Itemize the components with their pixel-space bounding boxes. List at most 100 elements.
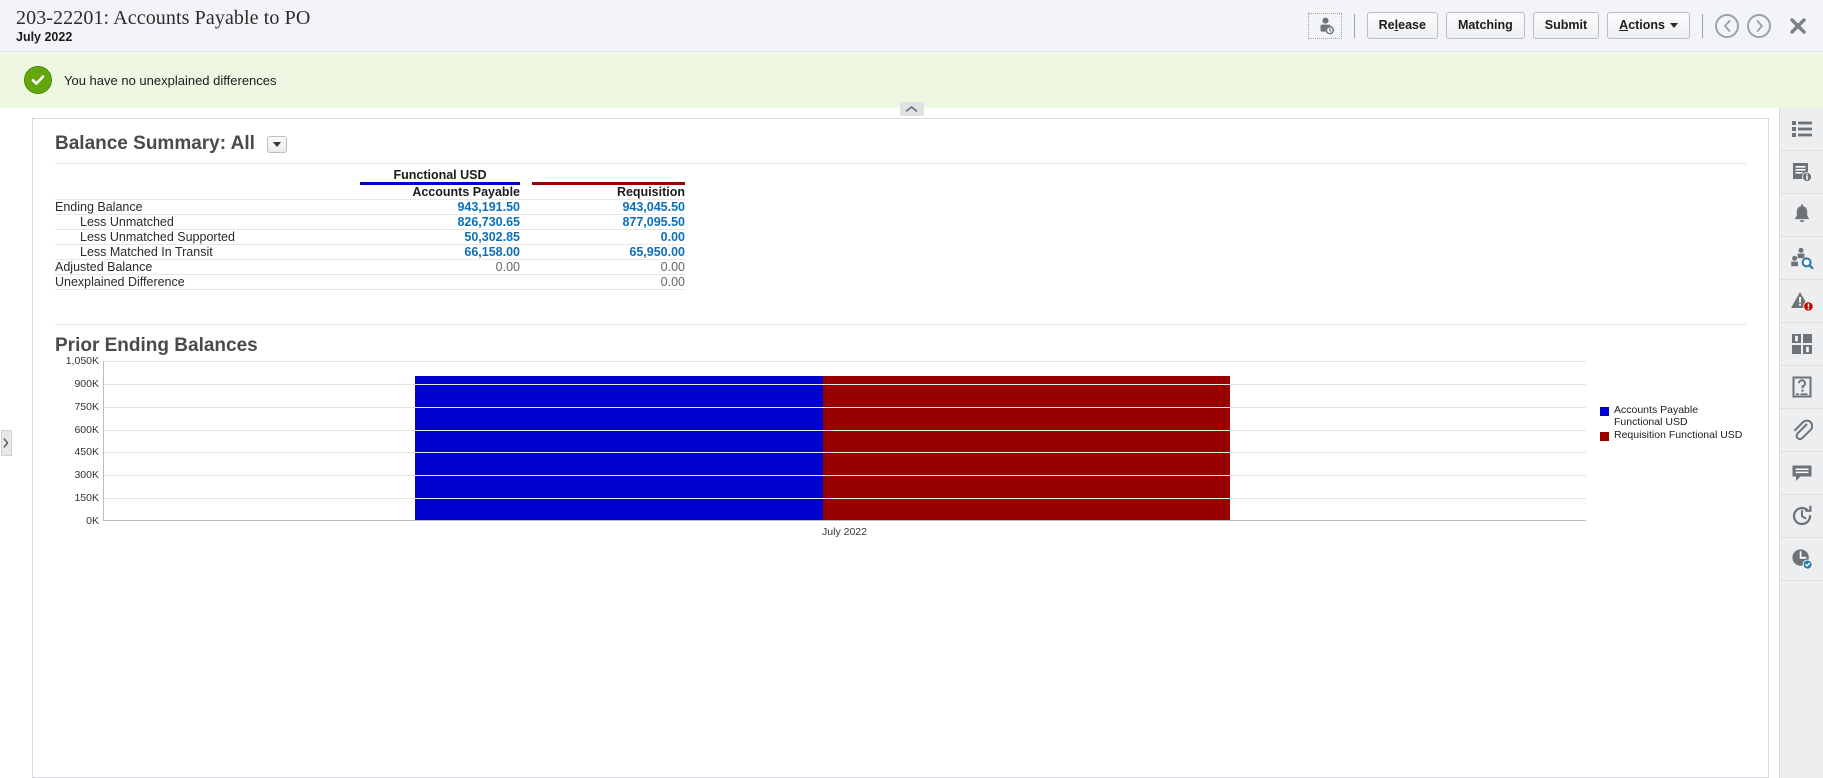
column-header-requisition: Requisition xyxy=(616,185,685,199)
chart-gridline xyxy=(104,383,1586,385)
matching-button[interactable]: Matching xyxy=(1445,11,1525,40)
legend-label: Requisition Functional USD xyxy=(1614,428,1743,441)
cell-requisition-1-link[interactable]: 877,095.50 xyxy=(622,215,685,229)
status-banner: You have no unexplained differences xyxy=(0,52,1823,116)
table-row: Less Unmatched Supported 50,302.85 0.00 xyxy=(55,229,685,245)
cell-accounts-payable-3-link[interactable]: 66,158.00 xyxy=(464,245,520,259)
row-label: Less Unmatched xyxy=(55,214,360,230)
table-row: Ending Balance 943,191.50 943,045.50 xyxy=(55,199,685,215)
status-banner-message: You have no unexplained differences xyxy=(64,72,277,88)
release-button[interactable]: Release xyxy=(1366,11,1438,40)
chart-gridline xyxy=(104,361,1586,362)
release-label-post: ease xyxy=(1398,17,1426,32)
cell-requisition-0-link[interactable]: 943,045.50 xyxy=(622,200,685,214)
balance-summary-header: Balance Summary: All xyxy=(55,133,1746,164)
chart-y-tick: 300K xyxy=(74,469,99,482)
alert-warning-icon[interactable] xyxy=(1780,280,1823,323)
page-period: July 2022 xyxy=(16,30,73,45)
cell-accounts-payable-2-link[interactable]: 50,302.85 xyxy=(464,230,520,244)
chart-gridline xyxy=(104,406,1586,408)
chart-y-tick: 0K xyxy=(86,515,99,527)
chart-y-tick: 600K xyxy=(74,423,99,436)
page-title: 203-22201: Accounts Payable to PO xyxy=(16,6,311,29)
release-label-pre: Re xyxy=(1378,17,1395,32)
history-refresh-icon[interactable] xyxy=(1780,495,1823,538)
table-row: Unexplained Difference 0.00 xyxy=(55,274,685,290)
bell-icon[interactable] xyxy=(1780,194,1823,237)
chevron-left-icon[interactable] xyxy=(1715,13,1739,38)
list-icon[interactable] xyxy=(1780,108,1823,151)
column-header-accounts-payable: Accounts Payable xyxy=(412,185,520,199)
table-row: Less Matched In Transit 66,158.00 65,950.0… xyxy=(55,244,685,260)
document-info-icon[interactable] xyxy=(1780,151,1823,194)
left-panel-handle xyxy=(0,108,12,778)
cell-accounts-payable-4: 0.00 xyxy=(360,259,520,275)
cell-accounts-payable-0-link[interactable]: 943,191.50 xyxy=(457,200,520,214)
balance-summary-dropdown-button[interactable] xyxy=(266,135,287,153)
chart-y-axis: 1,050K 900K 750K 600K 450K 300K 150K 0K xyxy=(55,355,103,527)
balance-summary-title: Balance Summary: All xyxy=(55,133,255,154)
chart-y-tick: 900K xyxy=(74,377,99,390)
chart-bars xyxy=(104,361,1586,520)
body-wrap: Balance Summary: All Functional USD Accou… xyxy=(0,108,1823,778)
users-search-icon[interactable] xyxy=(1780,237,1823,280)
cell-accounts-payable-5 xyxy=(360,274,520,290)
legend-item[interactable]: Accounts Payable Functional USD xyxy=(1600,404,1746,429)
cell-requisition-2-link[interactable]: 0.00 xyxy=(661,230,685,244)
row-label: Less Unmatched Supported xyxy=(55,229,360,245)
cell-requisition-3-link[interactable]: 65,950.00 xyxy=(629,245,685,259)
legend-item[interactable]: Requisition Functional USD xyxy=(1600,428,1746,442)
chart-plot xyxy=(103,361,1586,521)
success-check-icon xyxy=(24,66,52,94)
cell-requisition-5: 0.00 xyxy=(520,274,685,290)
chart-gridline xyxy=(104,475,1586,477)
table-bottom-rule xyxy=(55,289,685,290)
app-header: 203-22201: Accounts Payable to PO July 2… xyxy=(0,0,1823,52)
chart-y-tick: 750K xyxy=(74,400,99,413)
right-rail xyxy=(1779,108,1823,778)
cell-requisition-1: 877,095.50 xyxy=(520,214,685,230)
chart-legend: Accounts Payable Functional USD Requisiti… xyxy=(1586,361,1746,521)
chart-gridline xyxy=(104,429,1586,431)
attachment-paperclip-icon[interactable] xyxy=(1780,409,1823,452)
cell-accounts-payable-1-link[interactable]: 826,730.65 xyxy=(457,215,520,229)
table-row: Adjusted Balance 0.00 0.00 xyxy=(55,259,685,275)
cell-requisition-4: 0.00 xyxy=(520,259,685,275)
chart-gridline xyxy=(104,498,1586,500)
group-header-functional-usd: Functional USD xyxy=(393,168,487,182)
expand-right-icon[interactable] xyxy=(0,430,12,456)
chart-title: Prior Ending Balances xyxy=(55,324,1746,359)
cell-accounts-payable-1: 826,730.65 xyxy=(360,214,520,230)
legend-swatch xyxy=(1600,431,1609,441)
column-header-row: Accounts Payable Requisition xyxy=(55,185,685,200)
clock-info-icon[interactable] xyxy=(1780,538,1823,581)
chevron-right-icon[interactable] xyxy=(1747,13,1771,38)
grid-panels-icon[interactable] xyxy=(1780,323,1823,366)
nav-separator xyxy=(1702,13,1703,38)
balance-summary-table: Functional USD Accounts Payable Requisitio… xyxy=(55,168,685,290)
legend-label: Accounts Payable Functional USD xyxy=(1614,404,1699,428)
chevron-down-icon xyxy=(272,141,281,147)
comment-icon[interactable] xyxy=(1780,452,1823,495)
row-label: Adjusted Balance xyxy=(55,259,360,275)
cell-requisition-0: 943,045.50 xyxy=(520,199,685,215)
submit-button[interactable]: Submit xyxy=(1532,11,1600,40)
user-assign-icon[interactable] xyxy=(1307,12,1342,39)
header-actions: Release Matching Submit Actions xyxy=(1307,11,1811,40)
chevron-down-icon xyxy=(1670,23,1678,29)
help-question-icon[interactable] xyxy=(1780,366,1823,409)
group-header-spacer-2 xyxy=(520,168,685,182)
row-label: Less Matched In Transit xyxy=(55,244,360,260)
chart-x-tick-label: July 2022 xyxy=(822,526,867,538)
prior-ending-balances-section: Prior Ending Balances 1,050K 900K 750K 600K… xyxy=(55,324,1746,538)
chart-y-tick: 450K xyxy=(74,446,99,459)
toolbar-separator xyxy=(1353,13,1355,38)
group-header-spacer xyxy=(55,168,360,182)
cell-accounts-payable-0: 943,191.50 xyxy=(360,199,520,215)
chart-y-tick: 1,050K xyxy=(65,355,99,367)
cell-accounts-payable-3: 66,158.00 xyxy=(360,244,520,260)
group-header-row: Functional USD xyxy=(55,168,685,182)
cell-accounts-payable-2: 50,302.85 xyxy=(360,229,520,245)
close-icon[interactable] xyxy=(1785,13,1811,39)
actions-menu-button[interactable]: Actions xyxy=(1607,11,1690,40)
